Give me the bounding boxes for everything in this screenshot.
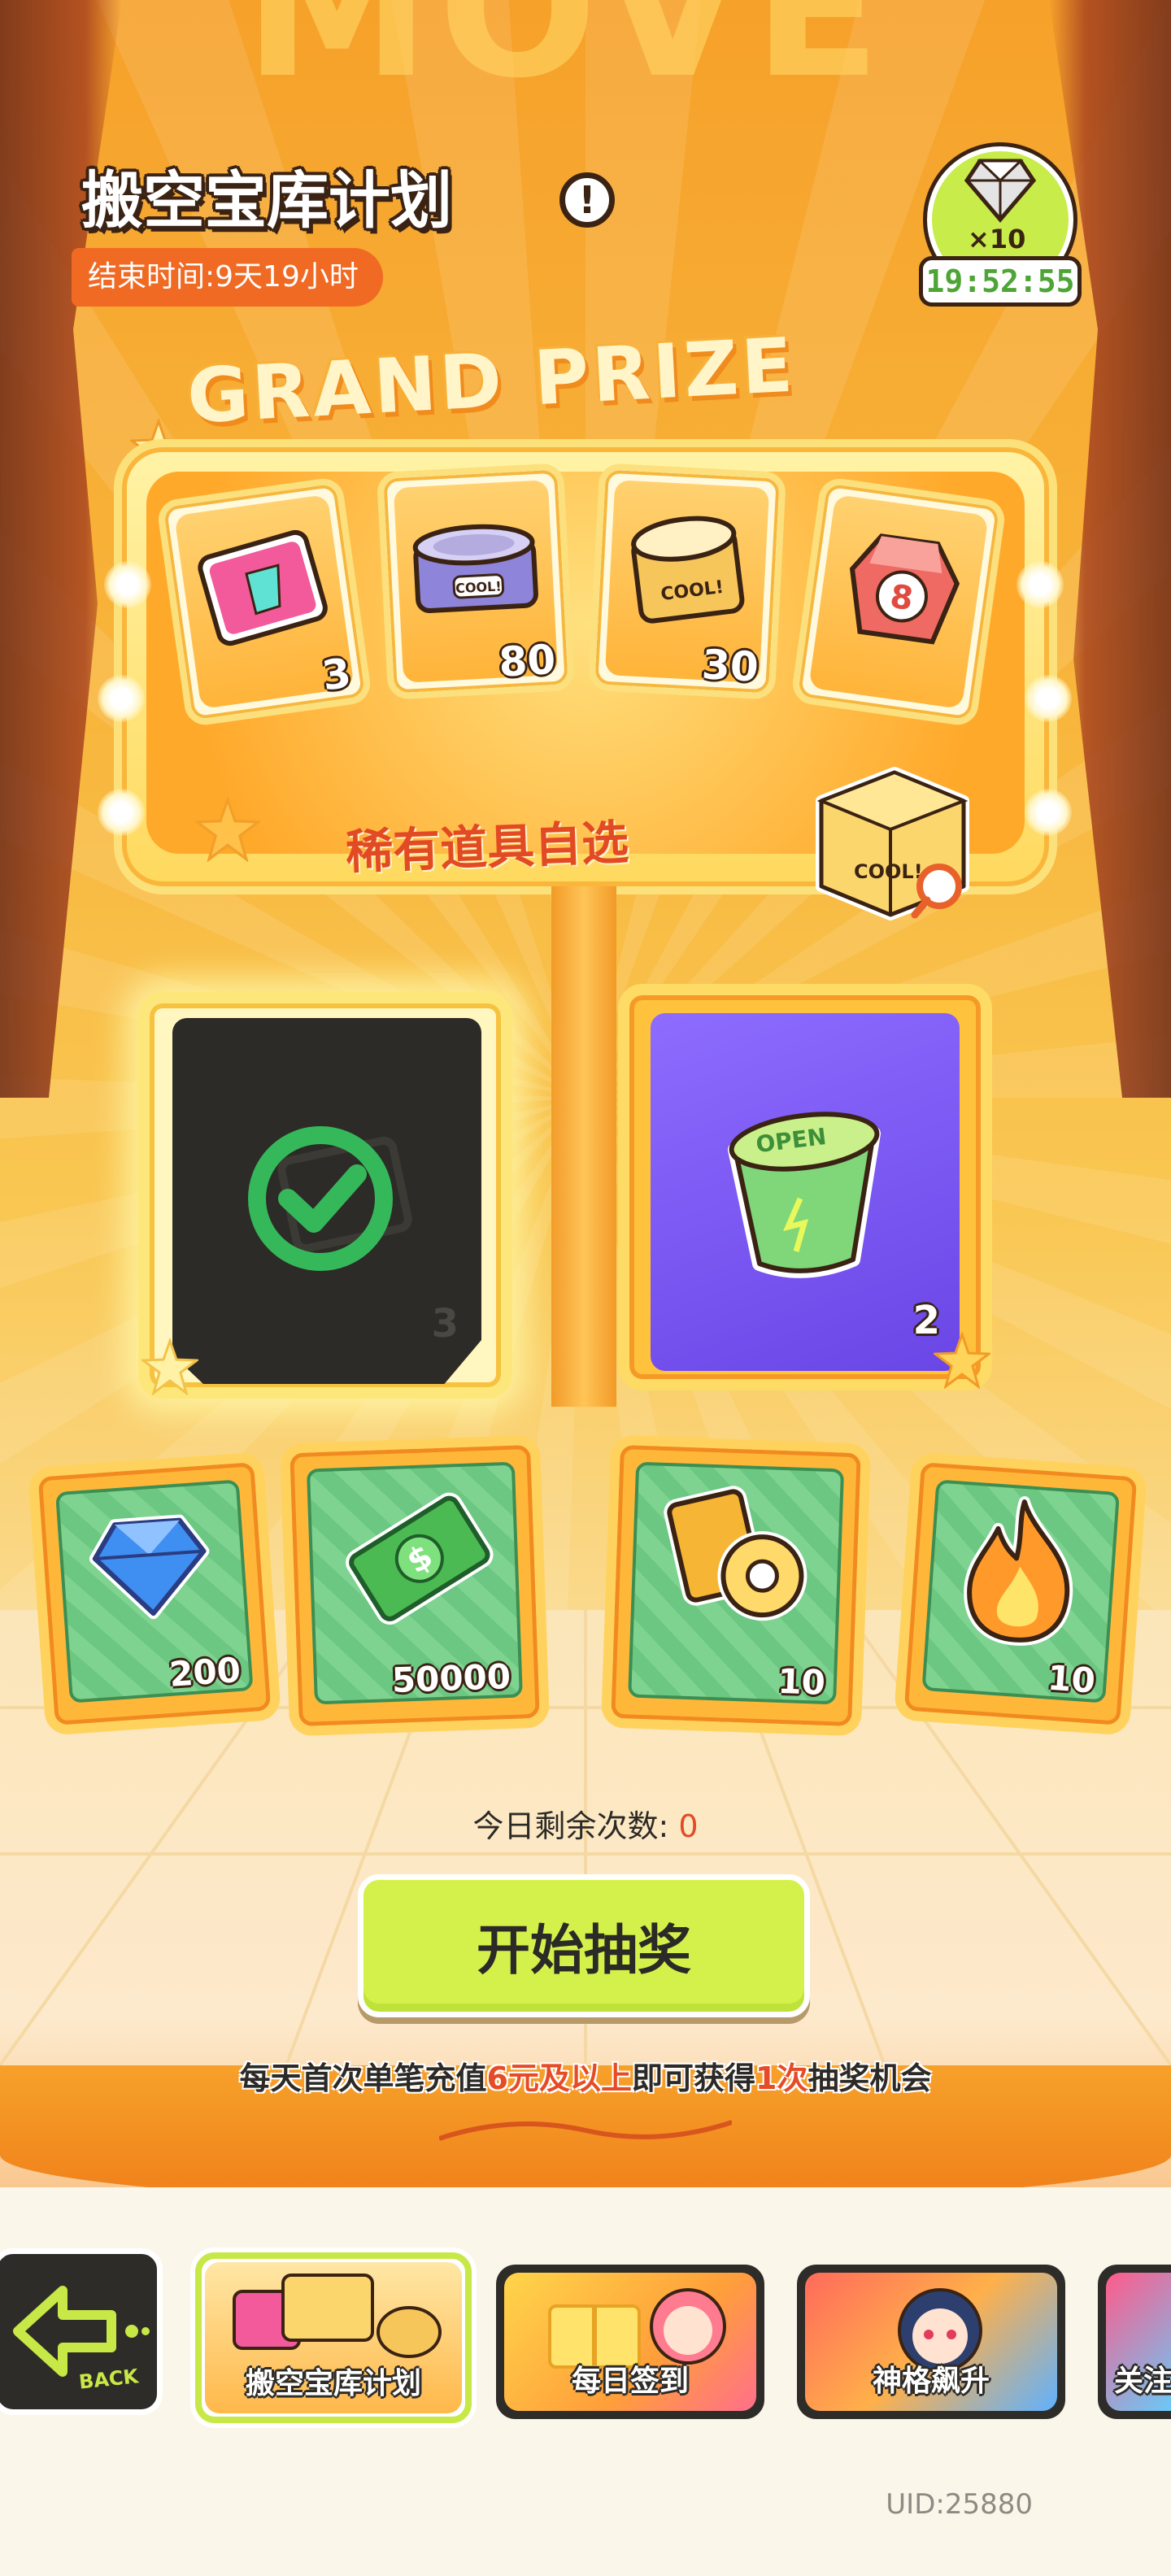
star-icon: [195, 797, 260, 862]
prize-card[interactable]: COOL! 30: [587, 463, 787, 700]
page-title: 搬空宝库计划: [81, 164, 452, 237]
tab-daily-checkin[interactable]: 每日签到: [496, 2265, 764, 2419]
reward-card[interactable]: 10: [600, 1434, 872, 1737]
grand-prize-board: 3 COOL! 80 COOL! 30 8 稀有道具自选 COOL!: [98, 439, 1072, 920]
remaining-draws: 今日剩余次数: 0: [0, 1801, 1171, 1846]
back-button[interactable]: BACK: [0, 2248, 163, 2415]
prize-count: 80: [498, 636, 557, 686]
rare-item-selector[interactable]: COOL!: [797, 744, 984, 923]
tab-divinity-rise[interactable]: 神格飙升: [797, 2265, 1065, 2419]
light-bulb: [98, 675, 145, 722]
wave-line-decoration: [439, 2120, 732, 2141]
prize-card[interactable]: COOL! 80: [376, 463, 576, 700]
diamond-icon: [89, 1514, 210, 1620]
svg-text:COOL!: COOL!: [455, 578, 502, 596]
gem-multiplier: ×10: [968, 224, 1026, 255]
red-dice-icon: 8: [849, 533, 960, 645]
diamond-icon: [964, 159, 1037, 223]
vault-items-icon: [233, 2274, 442, 2358]
reward-count: 10: [1046, 1657, 1097, 1701]
tab-vault-plan[interactable]: 搬空宝库计划: [195, 2252, 472, 2423]
prize-card[interactable]: 3: [155, 476, 373, 728]
bottom-nav: BACK 搬空宝库计划 每日签到 神格飙升 关注: [0, 2240, 1171, 2427]
exclamation-icon: !: [578, 178, 596, 222]
light-bulb: [1025, 789, 1072, 836]
light-bulb: [1016, 561, 1064, 608]
rule-part: 抽奖机会: [808, 2060, 932, 2096]
light-bulb: [98, 789, 145, 836]
prize-count: 30: [700, 641, 760, 691]
jelly-cup-icon: OPEN: [728, 1112, 881, 1278]
cash-icon: $: [346, 1492, 494, 1625]
star-icon: [934, 1332, 990, 1389]
reward-card[interactable]: 10: [893, 1451, 1148, 1736]
reward-count: 50000: [391, 1656, 511, 1701]
rule-part: 每天首次单笔充值: [239, 2060, 487, 2096]
feature-card-claimed[interactable]: 3: [138, 992, 512, 1399]
svg-text:COOL!: COOL!: [854, 860, 923, 883]
tab-follow[interactable]: 关注: [1098, 2265, 1171, 2419]
reward-count: 10: [777, 1660, 826, 1703]
purple-can-icon: COOL!: [412, 524, 538, 614]
star-icon: [141, 1338, 198, 1395]
orange-can-icon: COOL!: [631, 516, 745, 624]
end-time-badge: 结束时间:9天19小时: [72, 248, 383, 307]
remaining-label: 今日剩余次数:: [472, 1808, 669, 1844]
remaining-value: 0: [678, 1808, 699, 1844]
rule-highlight-amount: 6元及以上: [486, 2060, 632, 2096]
tab-label: 搬空宝库计划: [245, 2367, 421, 2400]
tab-label: 每日签到: [571, 2365, 689, 2398]
rare-item-label: 稀有道具自选: [345, 814, 630, 881]
ticket-roll-icon: [664, 1486, 808, 1621]
flame-icon: [964, 1496, 1073, 1646]
tab-label: 神格飙升: [872, 2365, 990, 2398]
user-id: UID:25880: [886, 2488, 1033, 2521]
feature-count: 3: [431, 1301, 459, 1347]
gem-timer: 19:52:55: [919, 256, 1082, 307]
mystery-box-icon: COOL!: [816, 767, 969, 920]
light-bulb: [104, 561, 151, 608]
info-button[interactable]: !: [559, 172, 615, 228]
prize-card[interactable]: 8: [790, 476, 1008, 728]
feature-card-available[interactable]: OPEN 2: [618, 984, 992, 1390]
card-pack-icon: [198, 529, 328, 646]
gem-reward-badge[interactable]: ×10 19:52:55: [919, 146, 1082, 321]
check-icon: [248, 1126, 412, 1271]
draw-rule-text: 每天首次单笔充值6元及以上即可获得1次抽奖机会: [0, 2053, 1171, 2098]
reward-card[interactable]: 200: [27, 1451, 282, 1736]
rule-highlight-times: 1次: [755, 2060, 808, 2096]
rule-part: 即可获得: [631, 2060, 755, 2096]
start-draw-button[interactable]: 开始抽奖: [358, 1874, 810, 2017]
move-background-lettering: MOVE: [244, 0, 890, 120]
reward-count: 200: [168, 1649, 242, 1695]
board-stand: [551, 886, 616, 1407]
light-bulb: [1025, 675, 1072, 722]
reward-card[interactable]: $ 50000: [279, 1434, 551, 1737]
tab-label: 关注: [1114, 2365, 1171, 2398]
